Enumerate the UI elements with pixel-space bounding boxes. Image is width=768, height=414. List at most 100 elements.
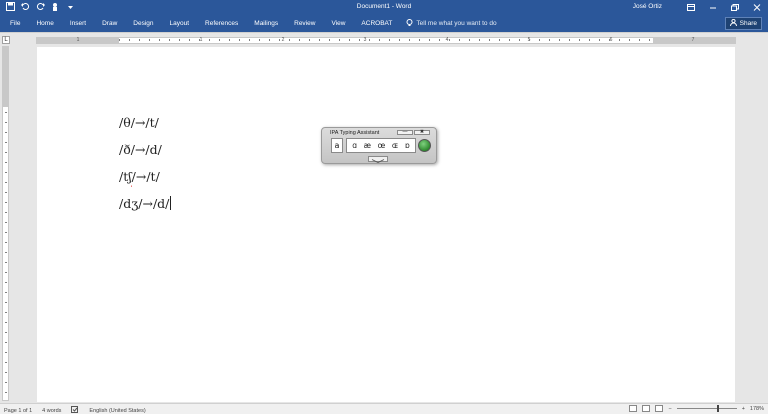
zoom-slider-thumb[interactable] (716, 405, 719, 412)
tab-draw[interactable]: Draw (94, 15, 125, 32)
ruler-tick (5, 342, 7, 343)
tab-stop-selector[interactable]: L (2, 36, 10, 44)
ruler-tick (5, 172, 7, 173)
tab-acrobat[interactable]: ACROBAT (353, 15, 400, 32)
document-line[interactable]: /ð/→/d/ (119, 142, 162, 157)
tab-insert[interactable]: Insert (62, 15, 94, 32)
ruler-tick (539, 39, 540, 41)
ipa-expand-button[interactable] (368, 156, 388, 163)
restore-icon[interactable] (724, 0, 746, 15)
ruler-tick (519, 39, 520, 41)
document-page[interactable]: /θ/→/t/ /ð/→/d/ /tʃ/→/t/ /dʒ/→/d/ (37, 47, 735, 402)
tab-design[interactable]: Design (125, 15, 161, 32)
ipa-base-key[interactable]: a (331, 138, 343, 153)
ipa-symbol[interactable]: œ (378, 141, 386, 150)
zoom-level[interactable]: 178% (750, 406, 764, 412)
tab-layout[interactable]: Layout (162, 15, 198, 32)
tab-home[interactable]: Home (28, 15, 61, 32)
ruler-tick (329, 39, 330, 41)
document-line[interactable]: /θ/→/t/ (119, 115, 159, 130)
minimize-icon[interactable] (702, 0, 724, 15)
language[interactable]: English (United States) (89, 408, 145, 414)
zoom-out-button[interactable]: − (668, 406, 671, 412)
zoom-slider[interactable] (676, 405, 737, 412)
print-layout-icon[interactable] (642, 405, 651, 412)
ruler-tick (5, 272, 7, 273)
ruler-number: 2 (281, 37, 285, 43)
ruler-tick (5, 122, 7, 123)
vertical-ruler[interactable] (2, 46, 9, 401)
ipa-symbol[interactable]: ɑ (352, 141, 357, 150)
document-line[interactable]: /tʃ/→/t/ (119, 169, 160, 184)
ruler-tick (429, 39, 430, 41)
ruler-tick (5, 282, 7, 283)
tab-mailings[interactable]: Mailings (246, 15, 286, 32)
ruler-tick (5, 192, 7, 193)
ruler-tick (5, 372, 7, 373)
page-count[interactable]: Page 1 of 1 (4, 408, 32, 414)
ruler-tick (399, 39, 400, 41)
ruler-tick (269, 39, 270, 41)
ruler-tick (639, 39, 640, 41)
ruler-tick (5, 252, 7, 253)
ruler-tick (5, 152, 7, 153)
ruler-tick (559, 39, 560, 41)
tell-me-search[interactable]: Tell me what you want to do (406, 18, 497, 29)
ruler-tick (529, 39, 530, 41)
zoom-in-button[interactable]: + (742, 406, 745, 412)
ruler-top-margin (3, 47, 8, 107)
share-label: Share (739, 20, 757, 27)
proofing-icon[interactable] (71, 406, 79, 414)
ruler-tick (5, 212, 7, 213)
ruler-number: 1 (199, 37, 203, 43)
ipa-typing-assistant[interactable]: IPA Typing Assistant — ✖ a ɑ æ œ ɶ ɒ (321, 127, 437, 164)
ruler-tick (369, 39, 370, 41)
ipa-symbol[interactable]: ɶ (392, 141, 398, 150)
ruler-tick (5, 352, 7, 353)
window-controls (680, 0, 768, 15)
ruler-number: 7 (691, 37, 695, 43)
tell-me-label: Tell me what you want to do (416, 20, 497, 27)
tab-file[interactable]: File (0, 15, 28, 32)
tab-review[interactable]: Review (286, 15, 323, 32)
ruler-tick (419, 39, 420, 41)
ruler-tick (229, 39, 230, 41)
ruler-tick (5, 182, 7, 183)
horizontal-ruler[interactable]: 1 1 2 3 4 5 6 7 (36, 37, 736, 44)
ruler-tick (179, 39, 180, 41)
ruler-tick (239, 39, 240, 41)
ruler-tick (5, 162, 7, 163)
ruler-tick (209, 39, 210, 41)
ruler-tick (319, 39, 320, 41)
ipa-minimize-button[interactable]: — (397, 130, 413, 135)
read-mode-icon[interactable] (629, 405, 638, 412)
ruler-tick (609, 39, 610, 41)
ruler-tick (359, 39, 360, 41)
ipa-symbol[interactable]: æ (364, 141, 371, 150)
word-count[interactable]: 4 words (42, 408, 61, 414)
text-cursor (170, 196, 172, 210)
ruler-tick (5, 332, 7, 333)
close-icon[interactable] (746, 0, 768, 15)
ribbon-display-options-icon[interactable] (680, 0, 702, 15)
ruler-number: 1 (76, 37, 80, 43)
share-button[interactable]: Share (724, 17, 762, 30)
ruler-tick (5, 302, 7, 303)
web-layout-icon[interactable] (655, 405, 664, 412)
ruler-tick (5, 312, 7, 313)
ipa-go-button[interactable] (418, 139, 431, 152)
lightbulb-icon (406, 18, 413, 29)
tab-references[interactable]: References (197, 15, 246, 32)
ruler-tick (379, 39, 380, 41)
document-line[interactable]: /dʒ/→/d/ (119, 196, 172, 211)
ruler-tick (249, 39, 250, 41)
ruler-tick (569, 39, 570, 41)
ruler-tick (299, 39, 300, 41)
tab-view[interactable]: View (323, 15, 353, 32)
ipa-symbol[interactable]: ɒ (405, 141, 410, 150)
ipa-close-button[interactable]: ✖ (414, 130, 430, 135)
ruler-tick (5, 392, 7, 393)
ruler-tick (629, 39, 630, 41)
ruler-tick (589, 39, 590, 41)
user-name[interactable]: José Ortiz (633, 3, 662, 10)
